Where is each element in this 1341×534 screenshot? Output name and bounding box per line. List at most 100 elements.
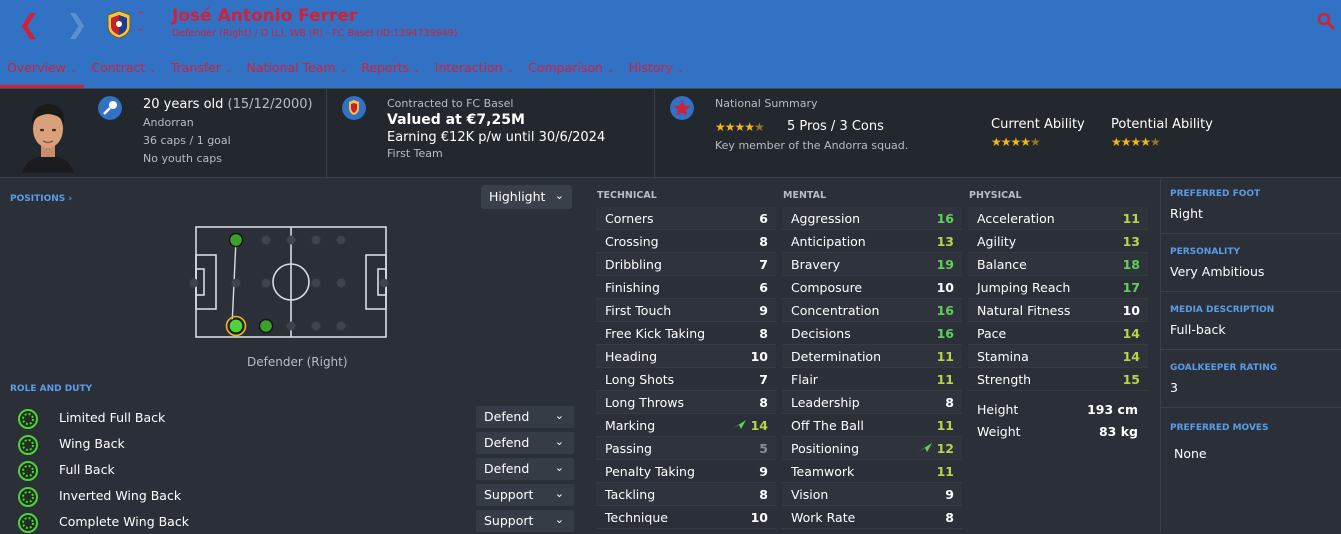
attribute-row[interactable]: Acceleration 11 xyxy=(968,207,1148,230)
role-row[interactable]: Wing Back Defend ⌄ xyxy=(14,432,574,456)
attribute-value: 8 xyxy=(945,395,954,410)
attribute-value: 6 xyxy=(759,211,768,226)
attribute-row[interactable]: Heading 10 xyxy=(596,345,776,368)
attribute-row[interactable]: Agility 13 xyxy=(968,230,1148,253)
attribute-row[interactable]: Balance 18 xyxy=(968,253,1148,276)
attribute-row[interactable]: Bravery 19 xyxy=(782,253,962,276)
tab-interaction[interactable]: Interaction ⌄ xyxy=(428,56,521,88)
duty-dropdown[interactable]: Defend ⌄ xyxy=(476,432,574,454)
positions-link[interactable]: POSITIONS › xyxy=(10,194,72,204)
attribute-row[interactable]: Technique 10 xyxy=(596,506,776,529)
role-row[interactable]: Complete Wing Back Support ⌄ xyxy=(14,510,574,534)
attribute-row[interactable]: Determination 11 xyxy=(782,345,962,368)
back-button[interactable]: ❮ xyxy=(18,12,40,38)
attribute-row[interactable]: Decisions 16 xyxy=(782,322,962,345)
attribute-row[interactable]: Anticipation 13 xyxy=(782,230,962,253)
attribute-row[interactable]: First Touch 9 xyxy=(596,299,776,322)
weight-value: 83 kg xyxy=(1098,424,1138,439)
position-pitch[interactable] xyxy=(188,223,392,341)
contract-header: Contracted to FC Basel xyxy=(387,97,514,110)
attribute-row[interactable]: Jumping Reach 17 xyxy=(968,276,1148,299)
attribute-row[interactable]: Corners 6 xyxy=(596,207,776,230)
attribute-value: 9 xyxy=(759,464,768,479)
attribute-row[interactable]: Concentration 16 xyxy=(782,299,962,322)
physical-attributes: Acceleration 11 Agility 13 Balance 18 Jumping … xyxy=(968,207,1148,391)
attribute-name: Agility xyxy=(977,234,1017,249)
attribute-row[interactable]: Marking 14 xyxy=(596,414,776,437)
attribute-row[interactable]: Dribbling 7 xyxy=(596,253,776,276)
attribute-row[interactable]: Stamina 14 xyxy=(968,345,1148,368)
chevron-down-icon: ⌄ xyxy=(554,409,564,422)
chevron-down-icon: ⌄ xyxy=(554,487,564,500)
duty-dropdown[interactable]: Support ⌄ xyxy=(476,484,574,506)
attribute-value: 11 xyxy=(936,372,954,387)
attribute-row[interactable]: Finishing 6 xyxy=(596,276,776,299)
attribute-value: 7 xyxy=(759,372,768,387)
tab-national-team[interactable]: National Team ⌄ xyxy=(240,56,355,88)
improvement-arrow-icon xyxy=(918,443,932,452)
duty-dropdown[interactable]: Defend ⌄ xyxy=(476,406,574,428)
role-row[interactable]: Full Back Defend ⌄ xyxy=(14,458,574,482)
search-icon[interactable] xyxy=(1317,12,1335,30)
attribute-value: 8 xyxy=(945,510,954,525)
attribute-row[interactable]: Free Kick Taking 8 xyxy=(596,322,776,345)
attribute-value: 14 xyxy=(750,418,768,433)
tab-contract[interactable]: Contract ⌄ xyxy=(84,56,163,88)
attribute-row[interactable]: Work Rate 8 xyxy=(782,506,962,529)
preferred-foot-label: PREFERRED FOOT xyxy=(1170,189,1261,199)
weight-row: Weight 83 kg xyxy=(968,421,1148,443)
attribute-value: 10 xyxy=(750,510,768,525)
attribute-value: 8 xyxy=(759,326,768,341)
tab-overview[interactable]: Overview ⌄ xyxy=(0,56,85,88)
attribute-value: 11 xyxy=(936,418,954,433)
forward-button[interactable]: ❯ xyxy=(66,12,88,38)
chevron-down-icon: ⌄ xyxy=(339,65,348,75)
attribute-value: 8 xyxy=(759,487,768,502)
attribute-row[interactable]: Long Throws 8 xyxy=(596,391,776,414)
attribute-row[interactable]: Long Shots 7 xyxy=(596,368,776,391)
duty-dropdown[interactable]: Defend ⌄ xyxy=(476,458,574,480)
role-name: Limited Full Back xyxy=(59,410,166,425)
position-caption: Defender (Right) xyxy=(247,355,348,369)
duty-dropdown[interactable]: Support ⌄ xyxy=(476,510,574,532)
attribute-row[interactable]: Flair 11 xyxy=(782,368,962,391)
attribute-name: Balance xyxy=(977,257,1027,272)
attribute-row[interactable]: Natural Fitness 10 xyxy=(968,299,1148,322)
attribute-row[interactable]: Tackling 8 xyxy=(596,483,776,506)
tab-reports[interactable]: Reports ⌄ xyxy=(354,56,428,88)
role-row[interactable]: Limited Full Back Defend ⌄ xyxy=(14,406,574,430)
attribute-row[interactable]: Leadership 8 xyxy=(782,391,962,414)
age-badge-icon xyxy=(98,96,122,120)
attribute-row[interactable]: Strength 15 xyxy=(968,368,1148,391)
national-star-icon xyxy=(670,96,694,120)
attribute-name: Finishing xyxy=(605,280,660,295)
attribute-row[interactable]: Pace 14 xyxy=(968,322,1148,345)
attribute-row[interactable]: Vision 9 xyxy=(782,483,962,506)
attribute-row[interactable]: Off The Ball 11 xyxy=(782,414,962,437)
attribute-row[interactable]: Composure 10 xyxy=(782,276,962,299)
chevron-down-icon: ⌄ xyxy=(413,65,421,75)
attribute-row[interactable]: Penalty Taking 9 xyxy=(596,460,776,483)
divider xyxy=(326,89,327,179)
player-avatar[interactable] xyxy=(18,95,78,173)
tab-transfer[interactable]: Transfer ⌄ xyxy=(164,56,240,88)
tab-history[interactable]: History ⌄ xyxy=(621,56,691,88)
attribute-row[interactable]: Teamwork 11 xyxy=(782,460,962,483)
media-description-value: Full-back xyxy=(1170,322,1226,337)
attribute-row[interactable]: Passing 5 xyxy=(596,437,776,460)
national-pros-cons[interactable]: 5 Pros / 3 Cons xyxy=(787,119,884,134)
crest-chevrons-icon[interactable]: ⌃ ⌄ xyxy=(136,10,145,34)
attribute-row[interactable]: Aggression 16 xyxy=(782,207,962,230)
role-row[interactable]: Inverted Wing Back Support ⌄ xyxy=(14,484,574,508)
height-label: Height xyxy=(977,402,1019,417)
highlight-dropdown[interactable]: Highlight ⌄ xyxy=(481,185,572,209)
attribute-value: 14 xyxy=(1122,349,1140,364)
attribute-row[interactable]: Crossing 8 xyxy=(596,230,776,253)
role-suitability-icon xyxy=(18,487,38,507)
club-crest-icon[interactable] xyxy=(106,9,132,39)
tab-comparison[interactable]: Comparison ⌄ xyxy=(521,56,621,88)
attribute-value: 6 xyxy=(759,280,768,295)
attribute-name: Strength xyxy=(977,372,1032,387)
attribute-row[interactable]: Positioning 12 xyxy=(782,437,962,460)
chevron-down-icon: ⌄ xyxy=(676,65,685,75)
